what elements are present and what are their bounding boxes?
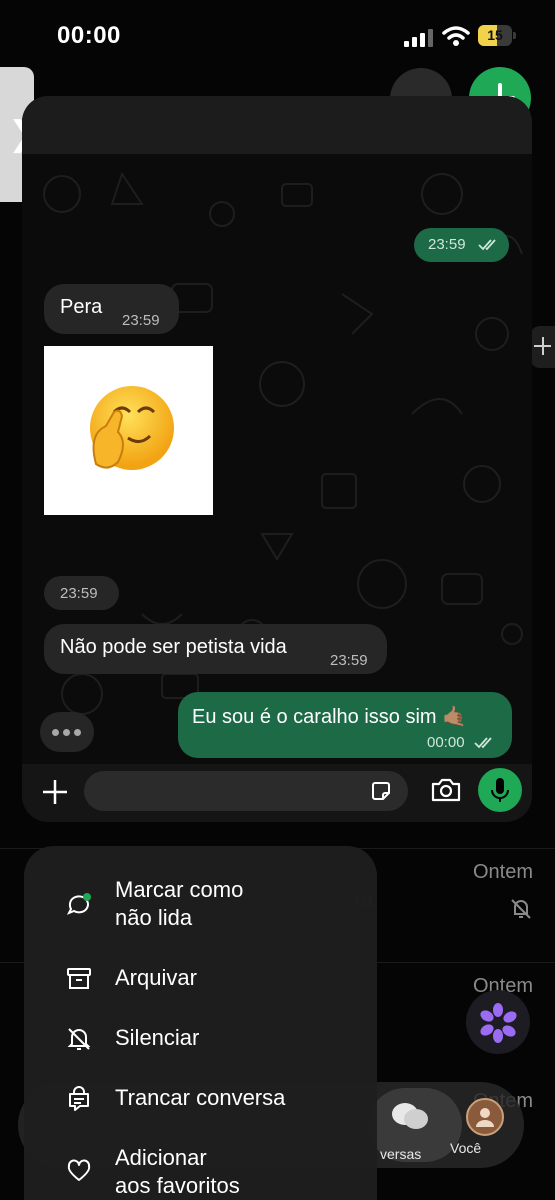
- plus-icon[interactable]: [40, 777, 70, 807]
- message-text: Não pode ser petista vida: [60, 636, 287, 658]
- message-outgoing[interactable]: Eu sou é o caralho isso sim 🤙🏽 00:00: [178, 692, 512, 758]
- message-time: 23:59: [60, 585, 98, 602]
- menu-item-archive[interactable]: Arquivar: [24, 964, 377, 994]
- camera-icon[interactable]: [430, 776, 462, 804]
- microphone-icon: [491, 778, 509, 802]
- meta-ai-icon: [480, 1003, 517, 1043]
- menu-item-label: Arquivar: [115, 965, 197, 990]
- context-menu: Marcar como não lida Arquivar Silenciar …: [24, 846, 377, 1200]
- message-input[interactable]: [84, 771, 408, 811]
- chat-time: Ontem: [472, 861, 533, 883]
- tab-conversas-label: versas: [380, 1146, 422, 1162]
- menu-item-mark-unread[interactable]: Marcar como não lida: [24, 876, 377, 934]
- chat-preview-card[interactable]: 23:59 Pera 23:59 23:59 Não pode ser peti…: [22, 96, 532, 822]
- message-time: 23:59: [330, 652, 368, 669]
- message-time: 23:59: [122, 312, 160, 329]
- battery-icon: 15: [478, 25, 516, 47]
- cellular-signal-icon: [404, 29, 433, 47]
- wifi-icon: [442, 26, 470, 46]
- mark-unread-icon: [66, 893, 91, 915]
- menu-item-label: Silenciar: [115, 1025, 200, 1050]
- menu-item-label: Adicionar aos favoritos: [115, 1145, 240, 1198]
- status-time: 00:00: [57, 22, 121, 49]
- tab-conversas[interactable]: versas: [368, 1088, 462, 1162]
- sticker-message[interactable]: [44, 346, 213, 515]
- message-incoming[interactable]: Pera 23:59: [44, 284, 179, 334]
- message-incoming[interactable]: Não pode ser petista vida 23:59: [44, 624, 387, 674]
- message-time: 00:00: [427, 734, 465, 751]
- chat-bubbles-icon: [392, 1103, 428, 1129]
- person-icon: [476, 1108, 494, 1127]
- menu-item-add-favorites[interactable]: Adicionar aos favoritos: [24, 1144, 377, 1200]
- typing-indicator: [40, 712, 94, 752]
- add-handle: [530, 326, 555, 368]
- read-ticks-icon: [478, 239, 496, 251]
- avatar[interactable]: [466, 1098, 504, 1136]
- message-text: Pera: [60, 296, 103, 318]
- lock-chat-icon: [69, 1086, 89, 1111]
- sticker-icon[interactable]: [370, 780, 392, 802]
- menu-item-mute[interactable]: Silenciar: [24, 1024, 377, 1054]
- menu-item-lock-chat[interactable]: Trancar conversa: [24, 1084, 377, 1114]
- mute-bell-icon: [67, 1028, 91, 1050]
- chat-wallpaper: 23:59 Pera 23:59 23:59 Não pode ser peti…: [22, 154, 532, 764]
- message-text: Eu sou é o caralho isso sim 🤙🏽: [192, 706, 468, 728]
- archive-icon: [67, 968, 91, 989]
- battery-level: 15: [487, 27, 503, 43]
- message-time: 23:59: [428, 236, 466, 253]
- menu-item-label: Marcar como não lida: [115, 877, 244, 930]
- message-composer: [22, 764, 532, 822]
- muted-icon: [511, 899, 531, 919]
- menu-item-label: Trancar conversa: [115, 1085, 286, 1110]
- heart-icon: [67, 1159, 91, 1181]
- thinking-smirk-emoji-icon: [90, 386, 174, 470]
- message-incoming[interactable]: 23:59: [44, 576, 119, 610]
- read-ticks-icon: [474, 737, 492, 749]
- microphone-button[interactable]: [478, 768, 522, 812]
- meta-ai-button: [466, 990, 530, 1054]
- chat-header: [22, 96, 532, 154]
- tab-voce-label: Você: [450, 1140, 482, 1156]
- message-outgoing[interactable]: 23:59: [414, 228, 509, 262]
